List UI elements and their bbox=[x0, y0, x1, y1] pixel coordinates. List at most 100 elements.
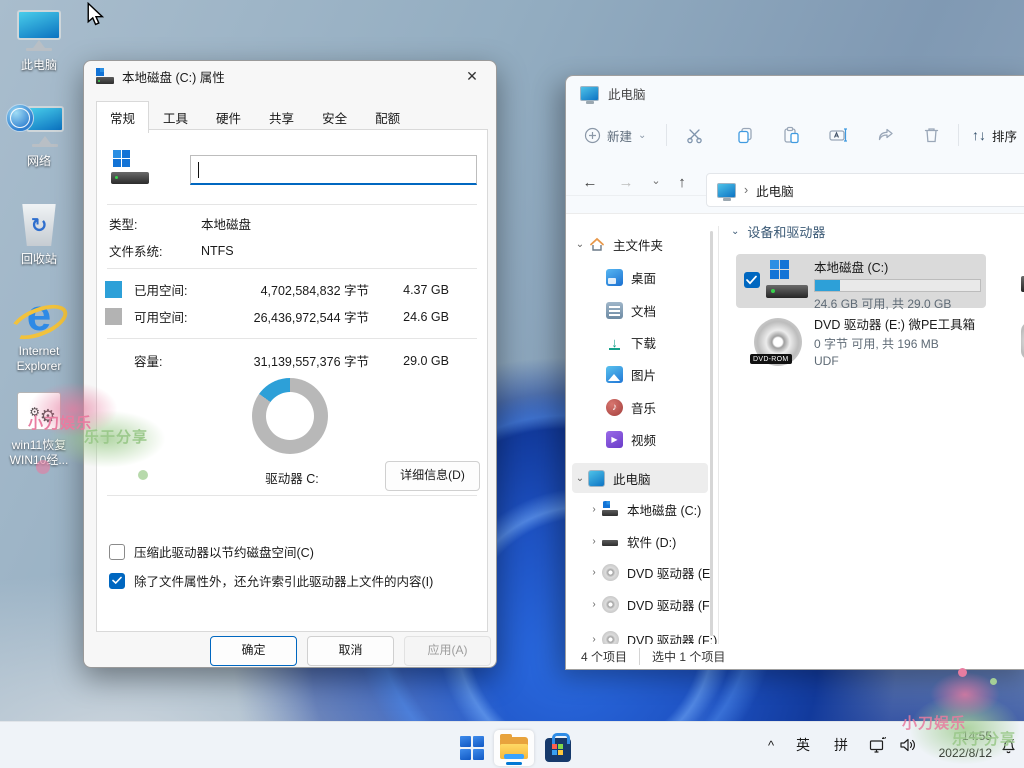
desktop-icon-label: win11恢复WIN10经... bbox=[0, 438, 78, 468]
tab-sharing[interactable]: 共享 bbox=[255, 101, 308, 133]
drive-item-dvd-e[interactable]: DVD-ROM DVD 驱动器 (E:) 微PE工具箱 0 字节 可用, 共 1… bbox=[736, 314, 986, 374]
desktop-icon-recycle-bin[interactable]: ↻ 回收站 bbox=[0, 202, 78, 267]
tab-hardware[interactable]: 硬件 bbox=[202, 101, 255, 133]
crumb-separator: › bbox=[744, 183, 748, 197]
address-row: ← → ⌄ ↑ › 此电脑 bbox=[566, 162, 1024, 213]
tab-security[interactable]: 安全 bbox=[308, 101, 361, 133]
checkbox-checked[interactable] bbox=[109, 573, 125, 589]
sidebar-item-dvd-partial[interactable]: › DVD 驱动器 (F:) bbox=[572, 624, 718, 646]
sidebar-item-desktop[interactable]: 桌面 bbox=[572, 262, 718, 292]
sidebar-item-dvd-f[interactable]: › DVD 驱动器 (F bbox=[572, 589, 718, 619]
desktop-icon-label: Internet Explorer bbox=[0, 344, 78, 374]
forward-button[interactable]: → bbox=[614, 174, 638, 191]
sidebar-item-videos[interactable]: ▶ 视频 bbox=[572, 424, 718, 454]
tray-time: 14:55 bbox=[939, 728, 992, 745]
plus-circle-icon bbox=[584, 127, 601, 144]
windows-logo-icon bbox=[460, 736, 484, 760]
sidebar-item-drive-d[interactable]: › 软件 (D:) bbox=[572, 526, 718, 556]
tab-quota[interactable]: 配额 bbox=[361, 101, 414, 133]
sidebar-scrollbar[interactable] bbox=[710, 231, 713, 636]
drive-item-c[interactable]: 本地磁盘 (C:) 24.6 GB 可用, 共 29.0 GB bbox=[736, 254, 986, 308]
scissors-icon bbox=[686, 127, 704, 144]
command-bar: 新建 ⌄ ↑↓ 排序 bbox=[566, 110, 1024, 161]
tray-expand-button[interactable]: ^ bbox=[768, 722, 774, 768]
details-button[interactable]: 详细信息(D) bbox=[385, 461, 480, 491]
rename-button[interactable] bbox=[828, 120, 848, 150]
taskbar-microsoft-store[interactable] bbox=[538, 730, 578, 766]
sort-arrows-icon: ↑↓ bbox=[972, 127, 986, 143]
ime-language-pinyin[interactable]: 拼 bbox=[834, 722, 848, 768]
chevron-closed-icon: › bbox=[586, 504, 602, 515]
new-button[interactable]: 新建 ⌄ bbox=[584, 120, 646, 150]
used-swatch bbox=[105, 281, 122, 298]
back-button[interactable]: ← bbox=[578, 174, 602, 191]
sidebar-item-dvd-e[interactable]: › DVD 驱动器 (E bbox=[572, 557, 718, 587]
cancel-button[interactable]: 取消 bbox=[307, 636, 394, 666]
recycle-bin-icon: ↻ bbox=[0, 202, 78, 250]
cut-button[interactable] bbox=[686, 120, 704, 150]
paste-button[interactable] bbox=[782, 120, 800, 150]
address-bar[interactable]: › 此电脑 bbox=[706, 173, 1024, 207]
home-icon bbox=[588, 236, 605, 253]
sidebar-item-home[interactable]: ⌄ 主文件夹 bbox=[572, 229, 708, 259]
start-button[interactable] bbox=[452, 730, 492, 766]
running-indicator bbox=[506, 762, 522, 765]
network-icon[interactable] bbox=[868, 722, 888, 768]
desktop-icon-internet-explorer[interactable]: e Internet Explorer bbox=[0, 294, 78, 374]
navigation-pane: ⌄ 主文件夹 桌面 文档 ↓ 下载 bbox=[566, 226, 718, 646]
this-pc-icon bbox=[580, 86, 599, 101]
drive-c-icon bbox=[602, 501, 619, 518]
general-tab-page: 类型: 本地磁盘 文件系统: NTFS 已用空间: 4,702,584,832 … bbox=[96, 129, 488, 632]
pictures-icon bbox=[606, 366, 623, 383]
desktop-folder-icon bbox=[606, 269, 623, 286]
sidebar-item-downloads[interactable]: ↓ 下载 bbox=[572, 327, 718, 357]
internet-explorer-icon: e bbox=[0, 294, 78, 342]
tab-tools[interactable]: 工具 bbox=[149, 101, 202, 133]
folder-icon bbox=[500, 737, 528, 759]
drive-info: 24.6 GB 可用, 共 29.0 GB bbox=[814, 295, 982, 312]
sidebar-item-documents[interactable]: 文档 bbox=[572, 295, 718, 325]
share-button[interactable] bbox=[876, 120, 895, 150]
sidebar-item-music[interactable]: ♪ 音乐 bbox=[572, 392, 718, 422]
desktop-icon-win11-restore[interactable]: ⚙⚙ win11恢复WIN10经... bbox=[0, 388, 78, 468]
compress-checkbox-row[interactable]: 压缩此驱动器以节约磁盘空间(C) bbox=[109, 542, 314, 561]
explorer-titlebar[interactable]: 此电脑 bbox=[566, 76, 646, 110]
drive-name: DVD 驱动器 (E:) 微PE工具箱 bbox=[814, 314, 982, 333]
up-button[interactable]: ↑ bbox=[670, 174, 694, 191]
tab-general[interactable]: 常规 bbox=[96, 101, 149, 133]
taskbar-clock[interactable]: 14:55 2022/8/12 bbox=[939, 728, 992, 762]
chevron-open-icon: ⌄ bbox=[731, 226, 739, 237]
ok-button[interactable]: 确定 bbox=[210, 636, 297, 666]
delete-button[interactable] bbox=[923, 120, 940, 150]
volume-label-input[interactable] bbox=[190, 155, 477, 185]
gears-app-icon: ⚙⚙ bbox=[0, 388, 78, 436]
sidebar-item-this-pc[interactable]: ⌄ 此电脑 bbox=[572, 463, 708, 493]
copy-icon bbox=[736, 126, 754, 144]
ime-language-en[interactable]: 英 bbox=[796, 722, 810, 768]
sort-button[interactable]: ↑↓ 排序 bbox=[972, 120, 1017, 150]
breadcrumb[interactable]: 此电脑 bbox=[756, 181, 794, 200]
network-icon bbox=[0, 104, 78, 152]
share-icon bbox=[876, 127, 895, 144]
item-checkbox-checked[interactable] bbox=[744, 272, 760, 288]
index-checkbox-row[interactable]: 除了文件属性外，还允许索引此驱动器上文件的内容(I) bbox=[109, 571, 433, 590]
section-header-devices[interactable]: ⌄ 设备和驱动器 bbox=[731, 222, 825, 241]
desktop-icon-network[interactable]: 网络 bbox=[0, 104, 78, 169]
copy-button[interactable] bbox=[736, 120, 754, 150]
sidebar-item-drive-c[interactable]: › 本地磁盘 (C:) bbox=[572, 494, 718, 524]
recent-dropdown[interactable]: ⌄ bbox=[644, 174, 668, 187]
taskbar-file-explorer[interactable] bbox=[494, 730, 534, 766]
sidebar-item-pictures[interactable]: 图片 bbox=[572, 359, 718, 389]
disk-properties-dialog: 本地磁盘 (C:) 属性 ✕ 常规 工具 硬件 共享 安全 配额 类型: 本地磁… bbox=[83, 60, 497, 668]
files-pane: ⌄ 设备和驱动器 本地磁盘 (C:) 24.6 GB 可用, 共 29.0 GB bbox=[719, 214, 1024, 644]
dvd-icon: DVD-ROM bbox=[754, 318, 802, 366]
close-icon[interactable]: ✕ bbox=[460, 68, 484, 85]
desktop-icon-this-pc[interactable]: 此电脑 bbox=[0, 8, 78, 73]
notification-bell-icon[interactable]: z bbox=[999, 722, 1018, 768]
trash-icon bbox=[923, 126, 940, 144]
dialog-titlebar[interactable]: 本地磁盘 (C:) 属性 ✕ bbox=[84, 61, 496, 91]
capacity-bar bbox=[814, 279, 981, 292]
volume-icon[interactable] bbox=[898, 722, 918, 768]
chevron-closed-icon: › bbox=[586, 634, 602, 645]
checkbox-unchecked[interactable] bbox=[109, 544, 125, 560]
